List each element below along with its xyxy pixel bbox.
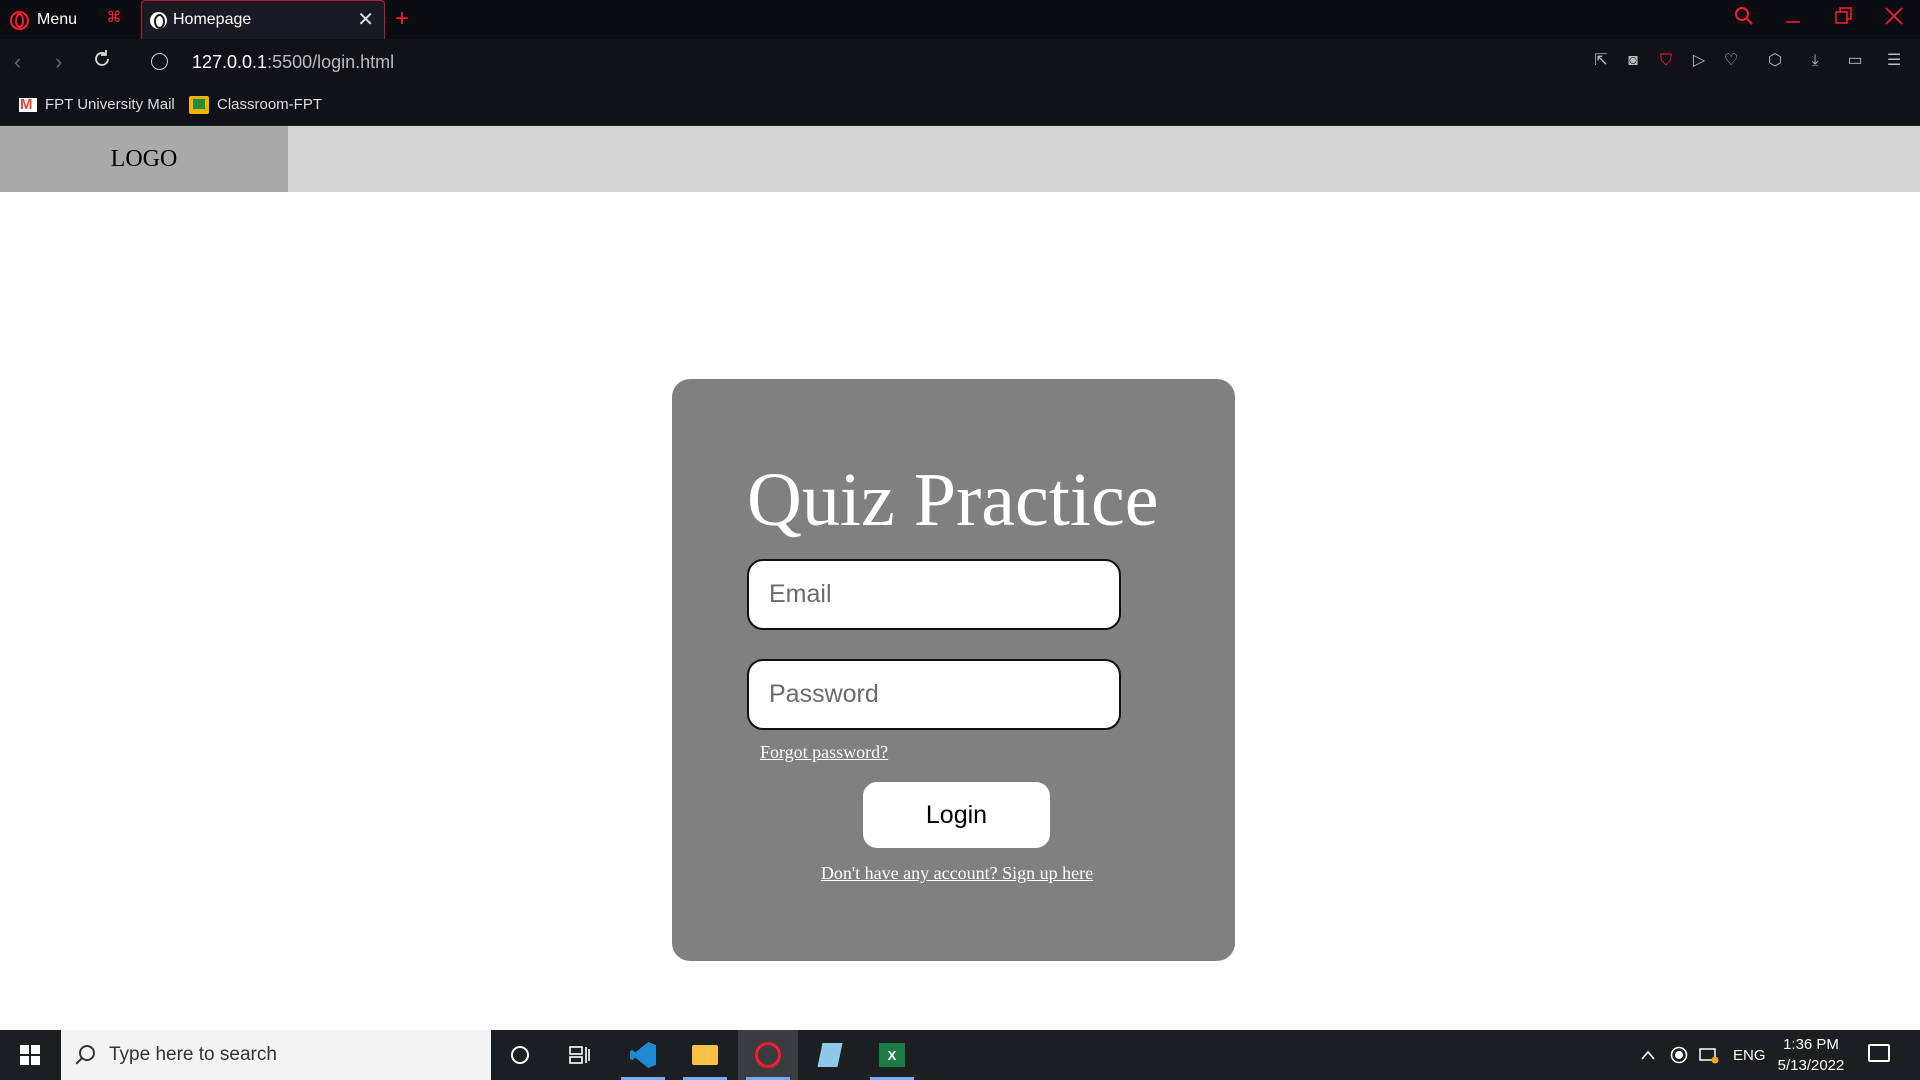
tab-homepage[interactable]: Homepage ✕ <box>141 0 385 39</box>
restore-icon[interactable] <box>1834 6 1854 32</box>
opera-menu-button[interactable]: Menu <box>10 9 77 31</box>
share-icon[interactable]: ⇱ <box>1590 50 1612 72</box>
adblock-shield-icon[interactable]: ⛉ <box>1655 50 1677 72</box>
browser-tab-bar: Menu ⌘ Homepage ✕ + <box>0 0 1920 39</box>
url-field[interactable]: 127.0.0.1:5500/login.html <box>192 51 394 73</box>
chevron-up-icon <box>1641 1050 1655 1060</box>
back-icon[interactable]: ‹ <box>14 49 21 75</box>
email-field[interactable] <box>747 559 1121 630</box>
opera-icon <box>755 1042 781 1068</box>
vscode-icon <box>630 1042 656 1068</box>
notepad-taskbar-button[interactable] <box>800 1030 860 1080</box>
send-icon[interactable]: ▷ <box>1688 50 1710 72</box>
start-button[interactable] <box>0 1030 60 1080</box>
bookmark-fpt-mail[interactable]: FPT University Mail <box>19 95 175 115</box>
system-clock[interactable]: 1:36 PM 5/13/2022 <box>1776 1034 1846 1076</box>
globe-icon <box>150 11 167 29</box>
easy-setup-icon[interactable]: ☰ <box>1883 50 1905 72</box>
cortana-icon <box>511 1046 529 1064</box>
url-path: :5500/login.html <box>267 52 395 72</box>
record-tray-icon[interactable] <box>1670 1030 1688 1080</box>
bookmark-label: Classroom-FPT <box>217 96 323 113</box>
menu-label: Menu <box>37 11 78 28</box>
vscode-taskbar-button[interactable] <box>613 1030 673 1080</box>
network-icon <box>1699 1048 1719 1064</box>
windows-taskbar: Type here to search X ENG 1:36 PM 5/13/2… <box>0 1030 1920 1080</box>
excel-icon: X <box>879 1043 905 1067</box>
url-host: 127.0.0.1 <box>192 52 268 72</box>
cube-icon[interactable]: ⬡ <box>1764 50 1786 72</box>
address-bar: ‹ › 127.0.0.1:5500/login.html ⇱ ◙ ⛉ ▷ ♡ … <box>0 39 1920 86</box>
heart-icon[interactable]: ♡ <box>1720 50 1742 72</box>
bookmark-classroom[interactable]: Classroom-FPT <box>189 95 322 115</box>
tab-close-icon[interactable]: ✕ <box>357 10 374 30</box>
password-field[interactable] <box>747 659 1121 730</box>
task-view-button[interactable] <box>550 1030 610 1080</box>
forgot-password-link[interactable]: Forgot password? <box>760 742 888 763</box>
folder-icon <box>692 1045 718 1065</box>
forward-icon[interactable]: › <box>55 49 62 75</box>
clock-time: 1:36 PM <box>1783 1036 1839 1053</box>
opera-taskbar-button[interactable] <box>738 1030 798 1080</box>
show-hidden-icons[interactable] <box>1640 1030 1656 1080</box>
opera-logo-icon <box>10 10 29 30</box>
logo[interactable]: LOGO <box>0 126 288 192</box>
excel-taskbar-button[interactable]: X <box>862 1030 922 1080</box>
download-icon[interactable]: ⤓ <box>1804 50 1826 72</box>
page-header: LOGO <box>0 126 1920 192</box>
login-card: Quiz Practice Forgot password? Login Don… <box>672 379 1235 961</box>
clock-date: 5/13/2022 <box>1777 1057 1845 1074</box>
signup-link[interactable]: Don't have any account? Sign up here <box>672 863 1235 884</box>
minimize-icon[interactable] <box>1784 6 1802 32</box>
tab-title: Homepage <box>173 11 252 28</box>
search-icon <box>79 1045 95 1061</box>
gmail-icon <box>19 95 37 115</box>
task-view-icon <box>569 1046 590 1064</box>
search-tabs-icon[interactable] <box>1734 6 1754 32</box>
battery-icon[interactable]: ▭ <box>1844 50 1866 72</box>
reload-icon[interactable] <box>92 48 112 76</box>
notification-icon[interactable] <box>1868 1044 1890 1062</box>
site-info-icon[interactable] <box>151 53 168 70</box>
gx-controller-icon[interactable]: ⌘ <box>103 10 125 26</box>
taskbar-search[interactable]: Type here to search <box>61 1030 491 1080</box>
google-classroom-icon <box>189 96 209 114</box>
search-placeholder: Type here to search <box>109 1044 277 1065</box>
notepad-icon <box>817 1043 843 1067</box>
language-indicator[interactable]: ENG <box>1733 1030 1766 1080</box>
cortana-button[interactable] <box>490 1030 550 1080</box>
new-tab-button[interactable]: + <box>395 6 409 32</box>
bookmark-label: FPT University Mail <box>45 96 175 113</box>
bookmarks-bar: FPT University Mail Classroom-FPT <box>0 86 1920 126</box>
record-icon <box>1670 1046 1688 1064</box>
snapshot-icon[interactable]: ◙ <box>1622 50 1644 72</box>
close-window-icon[interactable] <box>1884 6 1904 32</box>
page-title: Quiz Practice <box>747 458 1159 542</box>
windows-logo-icon <box>20 1045 40 1065</box>
file-explorer-taskbar-button[interactable] <box>675 1030 735 1080</box>
login-button[interactable]: Login <box>863 782 1050 848</box>
network-tray-icon[interactable] <box>1699 1030 1719 1080</box>
